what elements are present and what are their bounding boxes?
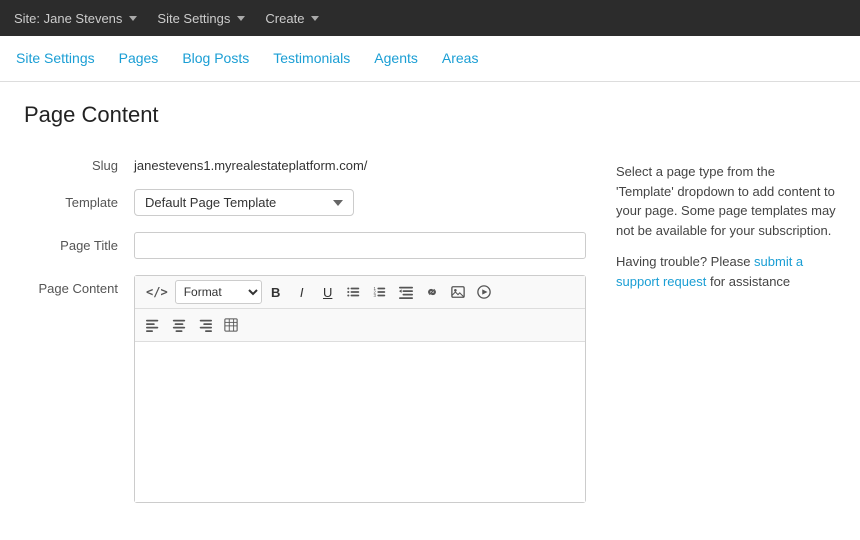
play-icon [477,285,491,299]
page-content-label: Page Content [24,275,134,296]
editor-wrap: </> Format Heading 1 Heading 2 Heading 3… [134,275,586,503]
toolbar-bold-button[interactable]: B [264,280,288,304]
site-menu[interactable]: Site: Jane Stevens [14,11,137,26]
nav-site-settings[interactable]: Site Settings [16,50,95,68]
editor-toolbar-row2 [135,309,585,342]
toolbar-table-button[interactable] [219,313,243,337]
create-chevron [311,16,319,21]
site-settings-chevron [237,16,245,21]
italic-icon: I [300,285,304,300]
rich-text-editor: </> Format Heading 1 Heading 2 Heading 3… [134,275,586,503]
template-select-wrap: Default Page Template [134,189,586,216]
toolbar-image-button[interactable] [446,280,470,304]
top-nav: Site: Jane Stevens Site Settings Create [0,0,860,36]
toolbar-align-right-button[interactable] [193,313,217,337]
nav-pages[interactable]: Pages [119,50,159,68]
page-title-input[interactable] [134,232,586,259]
toolbar-link-button[interactable] [420,280,444,304]
slug-row: Slug janestevens1.myrealestateplatform.c… [24,152,586,173]
nav-testimonials[interactable]: Testimonials [273,50,350,68]
nav-agents[interactable]: Agents [374,50,418,68]
template-selected-value: Default Page Template [145,195,276,210]
image-icon [451,285,465,299]
toolbar-underline-button[interactable]: U [316,280,340,304]
form-left: Slug janestevens1.myrealestateplatform.c… [24,152,586,519]
toolbar-italic-button[interactable]: I [290,280,314,304]
sidebar-trouble-text: Having trouble? Please [616,254,754,269]
main-content: Page Content Slug janestevens1.myrealest… [0,82,860,539]
toolbar-indent-button[interactable] [394,280,418,304]
page-title: Page Content [24,102,836,128]
template-row: Template Default Page Template [24,189,586,216]
toolbar-code-button[interactable]: </> [141,280,173,304]
toolbar-video-button[interactable] [472,280,496,304]
create-menu-label: Create [265,11,304,26]
align-center-icon [172,318,186,332]
bold-icon: B [271,285,280,300]
editor-body[interactable] [135,342,585,502]
sidebar-help: Select a page type from the 'Template' d… [616,152,836,291]
align-left-icon [146,318,160,332]
toolbar-align-center-button[interactable] [167,313,191,337]
site-settings-menu-label: Site Settings [157,11,230,26]
slug-value: janestevens1.myrealestateplatform.com/ [134,152,586,173]
list-ol-icon: 1 2 3 [373,285,387,299]
nav-blog-posts[interactable]: Blog Posts [182,50,249,68]
indent-icon [399,285,413,299]
nav-areas[interactable]: Areas [442,50,479,68]
sidebar-help-text2: Having trouble? Please submit a support … [616,252,836,291]
page-title-row: Page Title [24,232,586,259]
table-icon [224,318,238,332]
page-content-row: Page Content </> Format Heading 1 Headin… [24,275,586,503]
toolbar-unordered-list-button[interactable] [342,280,366,304]
page-title-label: Page Title [24,232,134,253]
create-menu[interactable]: Create [265,11,319,26]
form-area: Slug janestevens1.myrealestateplatform.c… [24,152,836,519]
editor-toolbar-row1: </> Format Heading 1 Heading 2 Heading 3… [135,276,585,309]
site-settings-menu[interactable]: Site Settings [157,11,245,26]
slug-value-wrap: janestevens1.myrealestateplatform.com/ [134,152,586,173]
link-icon [425,285,439,299]
template-dropdown[interactable]: Default Page Template [134,189,354,216]
toolbar-align-left-button[interactable] [141,313,165,337]
svg-text:3: 3 [373,293,376,298]
sidebar-assistance-text: for assistance [706,274,790,289]
template-chevron-icon [333,200,343,206]
list-ul-icon [347,285,361,299]
template-label: Template [24,189,134,210]
toolbar-ordered-list-button[interactable]: 1 2 3 [368,280,392,304]
format-select[interactable]: Format Heading 1 Heading 2 Heading 3 Par… [175,280,262,304]
underline-icon: U [323,285,332,300]
page-title-input-wrap [134,232,586,259]
align-right-icon [198,318,212,332]
sidebar-help-text1: Select a page type from the 'Template' d… [616,162,836,240]
slug-label: Slug [24,152,134,173]
site-menu-label: Site: Jane Stevens [14,11,122,26]
secondary-nav: Site Settings Pages Blog Posts Testimoni… [0,36,860,82]
site-menu-chevron [129,16,137,21]
